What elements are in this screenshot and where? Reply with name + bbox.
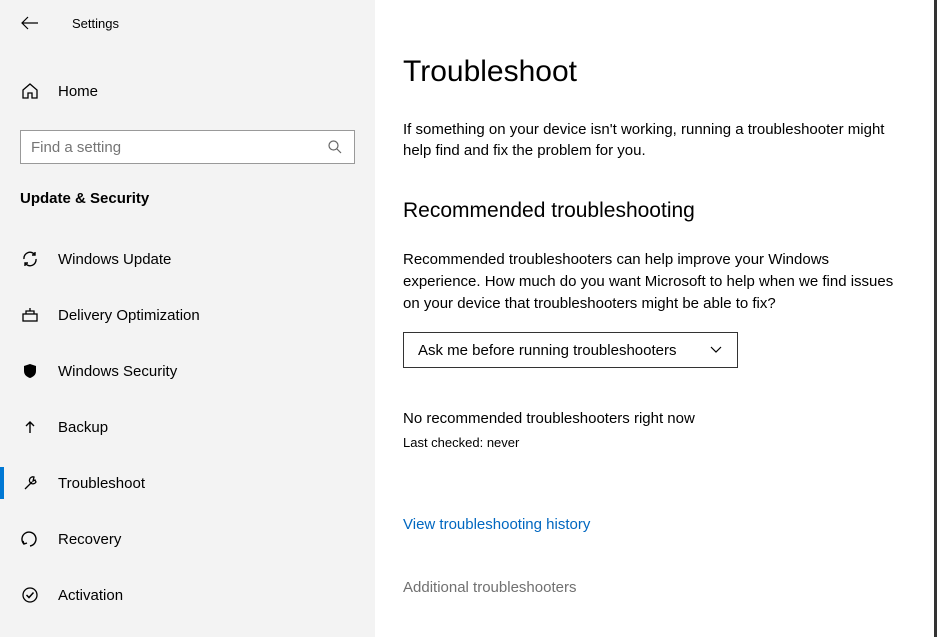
wrench-icon — [20, 473, 40, 493]
section-label: Update & Security — [0, 190, 375, 207]
recovery-icon — [20, 529, 40, 549]
home-label: Home — [58, 83, 98, 100]
search-box[interactable] — [20, 130, 355, 164]
back-button[interactable] — [20, 13, 40, 33]
app-title: Settings — [72, 16, 119, 31]
sidebar-item-label: Windows Security — [58, 363, 177, 380]
sidebar-item-activation[interactable]: Activation — [0, 567, 375, 623]
sidebar-item-windows-security[interactable]: Windows Security — [0, 343, 375, 399]
backup-icon — [20, 417, 40, 437]
search-input[interactable] — [31, 139, 326, 156]
sidebar-item-windows-update[interactable]: Windows Update — [0, 231, 375, 287]
search-icon — [326, 138, 344, 156]
view-history-link[interactable]: View troubleshooting history — [403, 516, 894, 533]
sidebar-item-label: Recovery — [58, 531, 121, 548]
sidebar-item-delivery-optimization[interactable]: Delivery Optimization — [0, 287, 375, 343]
additional-troubleshooters-link[interactable]: Additional troubleshooters — [403, 579, 894, 596]
frequency-dropdown[interactable]: Ask me before running troubleshooters — [403, 332, 738, 368]
last-checked-text: Last checked: never — [403, 435, 894, 450]
sidebar-item-label: Troubleshoot — [58, 475, 145, 492]
shield-icon — [20, 361, 40, 381]
checkmark-circle-icon — [20, 585, 40, 605]
sync-icon — [20, 249, 40, 269]
sidebar-item-label: Windows Update — [58, 251, 171, 268]
home-icon — [20, 81, 40, 101]
sidebar-item-label: Delivery Optimization — [58, 307, 200, 324]
intro-text: If something on your device isn't workin… — [403, 119, 894, 161]
recommended-text: Recommended troubleshooters can help imp… — [403, 249, 894, 314]
chevron-down-icon — [709, 343, 723, 357]
no-recommended-text: No recommended troubleshooters right now — [403, 410, 894, 427]
home-button[interactable]: Home — [0, 70, 375, 112]
sidebar-item-recovery[interactable]: Recovery — [0, 511, 375, 567]
recommended-heading: Recommended troubleshooting — [403, 199, 894, 223]
sidebar-item-troubleshoot[interactable]: Troubleshoot — [0, 455, 375, 511]
sidebar-item-backup[interactable]: Backup — [0, 399, 375, 455]
page-title: Troubleshoot — [403, 55, 894, 89]
dropdown-value: Ask me before running troubleshooters — [418, 342, 676, 359]
sidebar-item-label: Activation — [58, 587, 123, 604]
delivery-icon — [20, 305, 40, 325]
sidebar-item-label: Backup — [58, 419, 108, 436]
